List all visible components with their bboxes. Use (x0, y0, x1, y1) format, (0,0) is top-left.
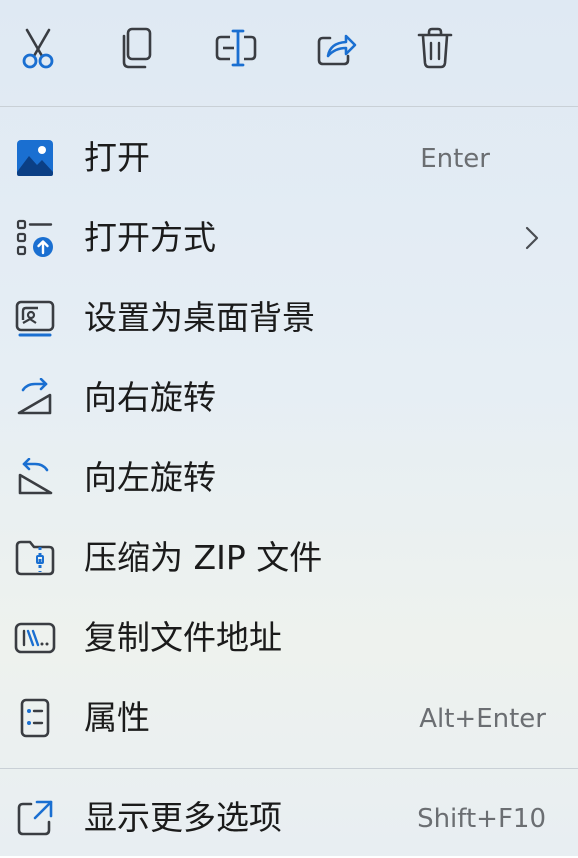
menu-item-label: 属性 (84, 698, 150, 737)
menu-item-label: 向右旋转 (84, 378, 216, 417)
share-icon (317, 34, 357, 66)
menu-item-label: 打开 (84, 138, 150, 177)
menu-item-label: 压缩为 ZIP 文件 (84, 538, 323, 577)
share-button[interactable] (312, 24, 360, 72)
menu-item-rotate-right[interactable]: 向右旋转 (0, 358, 578, 438)
toolbar-divider (0, 106, 578, 107)
menu-item-open-with[interactable]: 打开方式 (0, 198, 578, 278)
image-icon (14, 138, 56, 178)
wallpaper-icon (14, 298, 56, 338)
rename-button[interactable] (212, 24, 260, 72)
copy-button[interactable] (113, 24, 161, 72)
zip-folder-icon (14, 538, 56, 578)
trash-icon (417, 27, 453, 69)
menu-item-properties[interactable]: 属性 Alt+Enter (0, 678, 578, 758)
context-menu: 打开 Enter 打开方式 设置为桌面背景 向右旋转 向左旋转 压缩为 ZIP … (0, 0, 578, 856)
delete-button[interactable] (411, 24, 459, 72)
menu-item-shortcut: Alt+Enter (419, 704, 546, 734)
rename-icon (215, 29, 257, 67)
menu-item-copy-path[interactable]: 复制文件地址 (0, 598, 578, 678)
menu-item-label: 复制文件地址 (84, 618, 282, 657)
rotate-right-icon (14, 378, 56, 418)
more-options-divider (0, 768, 578, 769)
menu-item-label: 设置为桌面背景 (84, 298, 315, 337)
menu-item-label: 向左旋转 (84, 458, 216, 497)
scissors-icon (22, 28, 54, 69)
menu-item-set-wallpaper[interactable]: 设置为桌面背景 (0, 278, 578, 358)
context-menu-toolbar (0, 0, 578, 106)
chevron-right-icon (520, 220, 544, 256)
menu-item-show-more-options[interactable]: 显示更多选项 Shift+F10 (0, 778, 578, 858)
copy-path-icon (14, 618, 56, 658)
copy-icon (122, 27, 152, 69)
properties-icon (14, 698, 56, 738)
menu-item-label: 打开方式 (84, 218, 216, 257)
menu-item-open[interactable]: 打开 Enter (0, 118, 578, 198)
open-with-icon (14, 218, 56, 258)
cut-button[interactable] (14, 24, 62, 72)
menu-item-shortcut: Enter (420, 144, 490, 174)
menu-item-shortcut: Shift+F10 (417, 804, 546, 834)
more-options-icon (14, 798, 56, 838)
rotate-left-icon (14, 458, 56, 498)
menu-item-label: 显示更多选项 (84, 798, 282, 837)
menu-item-rotate-left[interactable]: 向左旋转 (0, 438, 578, 518)
menu-item-compress-zip[interactable]: 压缩为 ZIP 文件 (0, 518, 578, 598)
